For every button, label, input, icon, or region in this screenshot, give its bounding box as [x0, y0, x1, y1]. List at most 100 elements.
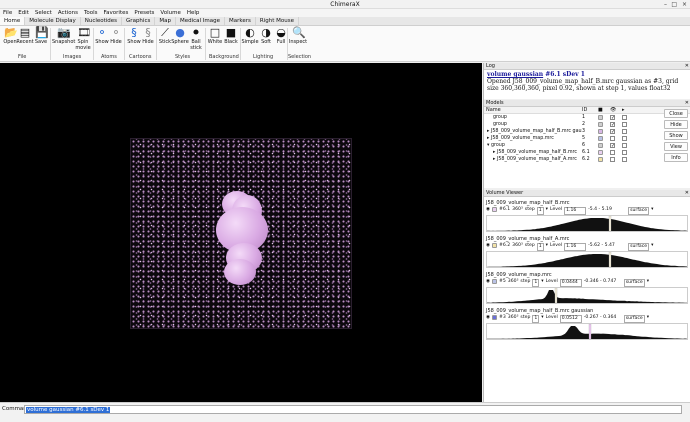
select-checkbox[interactable] [622, 115, 627, 120]
model-row[interactable]: ▸ J58_009_volume_map_half_B.mrc gaussian… [484, 128, 690, 135]
select-checkbox[interactable] [622, 129, 627, 134]
snapshot-button[interactable]: 📷 Snapshot [52, 27, 74, 46]
chevron-down-icon[interactable]: ▾ [546, 206, 548, 214]
chevron-down-icon[interactable]: ▾ [541, 278, 543, 286]
display-checkbox[interactable]: ✓ [610, 129, 615, 134]
model-color-swatch[interactable] [598, 122, 603, 127]
threshold-marker[interactable] [555, 288, 557, 303]
close-model-button[interactable]: Close [664, 109, 688, 118]
tab-map[interactable]: Map [155, 17, 176, 25]
display-checkbox[interactable]: ✓ [610, 115, 615, 120]
level-field[interactable]: 1.16 [564, 243, 586, 251]
chevron-down-icon[interactable]: ▾ [651, 242, 653, 250]
maximize-icon[interactable]: □ [671, 0, 677, 9]
minimize-icon[interactable]: – [664, 0, 667, 9]
display-checkbox[interactable] [610, 157, 615, 162]
tab-molecule-display[interactable]: Molecule Display [25, 17, 80, 25]
menu-favorites[interactable]: Favorites [104, 9, 129, 17]
eye-toggle-icon[interactable]: ◉ [486, 278, 490, 286]
select-checkbox[interactable] [622, 143, 627, 148]
ball-stick-button[interactable]: ⚫ Ball stick [186, 27, 206, 51]
save-button[interactable]: 💾 Save [31, 27, 51, 46]
graphics-viewport[interactable] [0, 63, 482, 402]
histogram[interactable] [486, 215, 688, 232]
level-field[interactable]: 0.0512 [560, 315, 582, 323]
tab-markers[interactable]: Markers [225, 17, 256, 25]
display-checkbox[interactable]: ✓ [610, 122, 615, 127]
model-row[interactable]: ▾ group 6 ✓ [484, 142, 690, 149]
histogram[interactable] [486, 323, 688, 340]
spin-movie-button[interactable]: 🎞 Spin movie [73, 27, 93, 51]
chevron-down-icon[interactable]: ▾ [546, 242, 548, 250]
view-model-button[interactable]: View [664, 142, 688, 151]
level-field[interactable]: 0.0444 [560, 279, 582, 287]
tab-nucleotides[interactable]: Nucleotides [81, 17, 122, 25]
threshold-marker[interactable] [609, 252, 611, 267]
volume-color-swatch[interactable] [492, 279, 497, 284]
show-model-button[interactable]: Show [664, 131, 688, 140]
model-color-swatch[interactable] [598, 150, 603, 155]
chevron-down-icon[interactable]: ▾ [651, 206, 653, 214]
model-row[interactable]: ▸ J58_009_volume_map_half_B.mrc 6.1 [484, 149, 690, 156]
volume-color-swatch[interactable] [492, 315, 497, 320]
threshold-marker[interactable] [609, 216, 611, 231]
chevron-down-icon[interactable]: ▾ [541, 314, 543, 322]
model-color-swatch[interactable] [598, 143, 603, 148]
select-checkbox[interactable] [622, 136, 627, 141]
inspect-button[interactable]: 🔍 Inspect [288, 27, 308, 46]
style-select[interactable]: surface [624, 315, 645, 323]
hide-atoms-button[interactable]: ⚬ Hide [106, 27, 126, 46]
menu-edit[interactable]: Edit [18, 9, 29, 17]
model-color-swatch[interactable] [598, 136, 603, 141]
style-select[interactable]: surface [628, 207, 649, 215]
close-icon[interactable]: ✕ [685, 190, 689, 197]
model-row[interactable]: ▸ J58_009_volume_map.mrc 5 [484, 135, 690, 142]
model-color-swatch[interactable] [598, 157, 603, 162]
select-checkbox[interactable] [622, 157, 627, 162]
menu-help[interactable]: Help [187, 9, 200, 17]
chevron-down-icon[interactable]: ▾ [647, 278, 649, 286]
step-select[interactable]: 1 [532, 315, 539, 323]
histogram[interactable] [486, 251, 688, 268]
model-color-swatch[interactable] [598, 115, 603, 120]
menu-volume[interactable]: Volume [160, 9, 180, 17]
hide-model-button[interactable]: Hide [664, 120, 688, 129]
black-background-button[interactable]: ■ Black [221, 27, 241, 46]
tab-medical-image[interactable]: Medical Image [176, 17, 225, 25]
style-select[interactable]: surface [624, 279, 645, 287]
display-checkbox[interactable]: ✓ [610, 143, 615, 148]
tab-graphics[interactable]: Graphics [122, 17, 155, 25]
menu-file[interactable]: File [3, 9, 12, 17]
close-window-icon[interactable]: × [682, 0, 687, 9]
eye-toggle-icon[interactable]: ◉ [486, 206, 490, 214]
eye-toggle-icon[interactable]: ◉ [486, 314, 490, 322]
select-checkbox[interactable] [622, 122, 627, 127]
command-input[interactable]: volume gaussian #6.1 sDev 1 [24, 405, 682, 414]
close-icon[interactable]: ✕ [685, 63, 689, 70]
step-select[interactable]: 1 [537, 207, 544, 215]
histogram[interactable] [486, 287, 688, 304]
display-checkbox[interactable] [610, 150, 615, 155]
step-select[interactable]: 1 [532, 279, 539, 287]
menu-actions[interactable]: Actions [58, 9, 78, 17]
step-select[interactable]: 1 [537, 243, 544, 251]
model-row[interactable]: ▸ J58_009_volume_map_half_A.mrc 6.2 [484, 156, 690, 163]
volume-color-swatch[interactable] [492, 207, 497, 212]
close-icon[interactable]: ✕ [685, 100, 689, 107]
chevron-down-icon[interactable]: ▾ [647, 314, 649, 322]
menu-tools[interactable]: Tools [84, 9, 98, 17]
style-select[interactable]: surface [628, 243, 649, 251]
log-command-link[interactable]: volume gaussian [487, 71, 543, 78]
tab-right-mouse[interactable]: Right Mouse [256, 17, 299, 25]
select-checkbox[interactable] [622, 150, 627, 155]
model-row[interactable]: group 1 ✓ [484, 114, 690, 121]
volume-color-swatch[interactable] [492, 243, 497, 248]
level-field[interactable]: 1.16 [564, 207, 586, 215]
tab-home[interactable]: Home [0, 17, 25, 25]
model-color-swatch[interactable] [598, 129, 603, 134]
threshold-marker[interactable] [589, 324, 591, 339]
eye-toggle-icon[interactable]: ◉ [486, 242, 490, 250]
info-model-button[interactable]: Info [664, 153, 688, 162]
menu-select[interactable]: Select [35, 9, 52, 17]
display-checkbox[interactable] [610, 136, 615, 141]
